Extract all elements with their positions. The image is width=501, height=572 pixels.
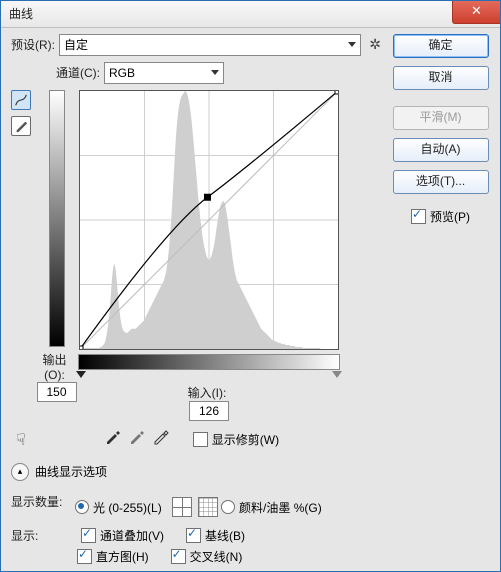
left-pane: 预设(R): 自定 ✲ 通道(C): RGB bbox=[11, 34, 381, 566]
fine-grid-icon[interactable] bbox=[198, 497, 218, 517]
graph-column: 输入(I): bbox=[78, 90, 340, 421]
preset-select[interactable]: 自定 bbox=[59, 34, 361, 56]
show-clipping-label: 显示修剪(W) bbox=[212, 431, 279, 448]
baseline-checkbox[interactable] bbox=[186, 528, 201, 543]
display-options-header[interactable]: ▴ 曲线显示选项 bbox=[11, 463, 381, 481]
gray-eyedropper[interactable] bbox=[129, 430, 145, 450]
close-button[interactable]: ✕ bbox=[452, 1, 500, 24]
baseline-option[interactable]: 基线(B) bbox=[186, 527, 245, 544]
black-eyedropper[interactable] bbox=[105, 430, 121, 450]
window-title: 曲线 bbox=[9, 5, 33, 22]
targeted-adjust-tool[interactable]: ☟ bbox=[11, 427, 31, 453]
show-row-2: 直方图(H) 交叉线(N) bbox=[11, 548, 381, 565]
output-gradient[interactable] bbox=[49, 90, 65, 347]
show-amount-row: 显示数量: 光 (0-255)(L) 颜料/油墨 %(G) bbox=[11, 493, 381, 518]
channel-row: 通道(C): RGB bbox=[56, 62, 381, 84]
ok-button[interactable]: 确定 bbox=[393, 34, 489, 58]
pencil-icon bbox=[14, 119, 28, 133]
chevron-down-icon bbox=[211, 70, 219, 75]
preset-row: 预设(R): 自定 ✲ bbox=[11, 34, 381, 56]
sampler-row: ☟ 显示修剪(W) bbox=[11, 427, 381, 453]
overlay-option[interactable]: 通道叠加(V) bbox=[81, 527, 164, 544]
titlebar[interactable]: 曲线 ✕ bbox=[1, 1, 500, 28]
curve-tools bbox=[11, 90, 31, 421]
preview-label: 预览(P) bbox=[430, 208, 470, 225]
input-label: 输入(I): bbox=[188, 384, 227, 401]
pigment-radio[interactable] bbox=[221, 500, 235, 514]
channel-value: RGB bbox=[109, 66, 135, 80]
channel-label: 通道(C): bbox=[56, 64, 100, 81]
white-point-slider[interactable] bbox=[332, 371, 342, 378]
preset-menu-icon[interactable]: ✲ bbox=[369, 36, 381, 53]
right-pane: 确定 取消 平滑(M) 自动(A) 选项(T)... 预览(P) bbox=[381, 34, 490, 566]
input-input[interactable] bbox=[189, 401, 229, 421]
input-gradient[interactable] bbox=[78, 354, 340, 370]
curves-dialog: 曲线 ✕ 预设(R): 自定 ✲ 通道(C): RGB bbox=[0, 0, 501, 572]
curve-area: 输出(O): 输入(I): bbox=[11, 90, 381, 421]
curve-canvas bbox=[80, 91, 338, 349]
curve-pencil-tool[interactable] bbox=[11, 116, 31, 136]
smooth-button[interactable]: 平滑(M) bbox=[393, 106, 489, 130]
show-row-1: 显示: 通道叠加(V) 基线(B) bbox=[11, 527, 381, 544]
auto-button[interactable]: 自动(A) bbox=[393, 138, 489, 162]
light-radio[interactable] bbox=[75, 500, 89, 514]
show-label: 显示: bbox=[11, 527, 71, 544]
show-clipping-checkbox[interactable] bbox=[193, 432, 208, 447]
options-button[interactable]: 选项(T)... bbox=[393, 170, 489, 194]
pigment-label: 颜料/油墨 %(G) bbox=[239, 499, 322, 516]
histogram-label: 直方图(H) bbox=[96, 548, 149, 565]
white-eyedropper[interactable] bbox=[153, 430, 169, 450]
channel-select[interactable]: RGB bbox=[104, 62, 224, 84]
curve-point-tool[interactable] bbox=[11, 90, 31, 110]
light-label: 光 (0-255)(L) bbox=[93, 499, 162, 516]
chevron-down-icon bbox=[348, 42, 356, 47]
curve-icon bbox=[14, 93, 28, 107]
output-label: 输出(O): bbox=[35, 351, 74, 382]
preview-checkbox[interactable] bbox=[411, 209, 426, 224]
overlay-label: 通道叠加(V) bbox=[100, 527, 164, 544]
overlay-checkbox[interactable] bbox=[81, 528, 96, 543]
intersect-checkbox[interactable] bbox=[171, 549, 186, 564]
light-option[interactable]: 光 (0-255)(L) bbox=[75, 497, 218, 517]
histogram-checkbox[interactable] bbox=[77, 549, 92, 564]
intersect-label: 交叉线(N) bbox=[190, 548, 243, 565]
pigment-option[interactable]: 颜料/油墨 %(G) bbox=[221, 499, 322, 516]
baseline-label: 基线(B) bbox=[205, 527, 245, 544]
show-amount-label: 显示数量: bbox=[11, 493, 71, 510]
close-icon: ✕ bbox=[471, 3, 482, 18]
preset-value: 自定 bbox=[64, 36, 88, 53]
output-input[interactable] bbox=[37, 382, 77, 402]
collapse-icon[interactable]: ▴ bbox=[11, 463, 29, 481]
black-point-slider[interactable] bbox=[76, 371, 86, 378]
coarse-grid-icon[interactable] bbox=[172, 497, 192, 517]
cancel-button[interactable]: 取消 bbox=[393, 66, 489, 90]
dialog-body: 预设(R): 自定 ✲ 通道(C): RGB bbox=[1, 28, 500, 572]
preview-option[interactable]: 预览(P) bbox=[411, 208, 470, 225]
curve-graph[interactable] bbox=[79, 90, 339, 350]
display-options-title: 曲线显示选项 bbox=[35, 463, 107, 480]
intersect-option[interactable]: 交叉线(N) bbox=[171, 548, 243, 565]
preset-label: 预设(R): bbox=[11, 36, 55, 53]
histogram-option[interactable]: 直方图(H) bbox=[77, 548, 149, 565]
output-column: 输出(O): bbox=[35, 90, 78, 421]
